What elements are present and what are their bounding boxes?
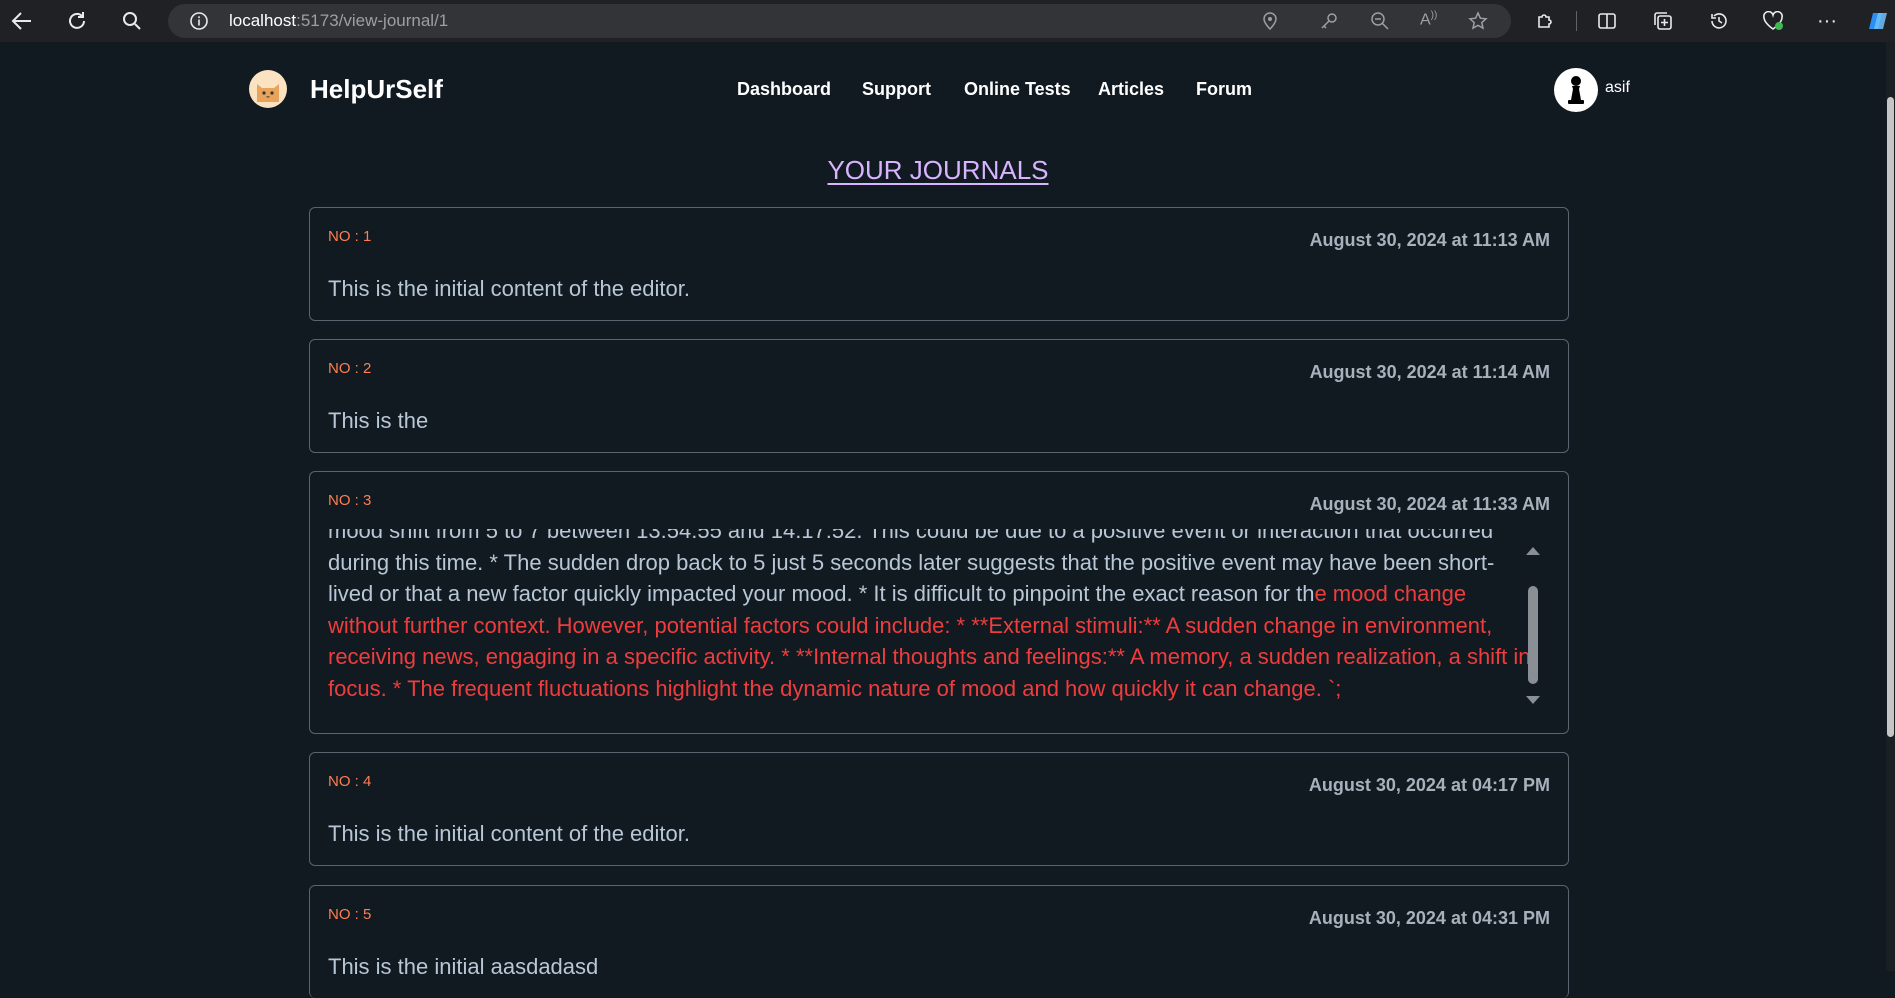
app-header: HelpUrSelf Dashboard Support Online Test… [0, 42, 1886, 138]
journal-date: August 30, 2024 at 11:14 AM [1309, 362, 1550, 382]
journal-date: August 30, 2024 at 11:33 AM [1309, 494, 1550, 514]
nav-forum[interactable]: Forum [1196, 79, 1252, 100]
journal-card[interactable]: NO : 5 August 30, 2024 at 04:31 PM This … [309, 885, 1569, 998]
journal-date: August 30, 2024 at 04:17 PM [1308, 775, 1550, 795]
scroll-up-arrow-icon[interactable] [1526, 547, 1540, 555]
zoom-out-icon[interactable] [1371, 12, 1389, 35]
browser-toolbar: localhost:5173/view-journal/1 A)) ··· [0, 0, 1895, 42]
url-text: localhost:5173/view-journal/1 [229, 11, 448, 31]
journal-content: This is the initial aasdadasd [328, 954, 599, 979]
journal-number: NO : 5 [328, 906, 372, 923]
toolbar-divider [1576, 11, 1577, 31]
username[interactable]: asif [1605, 79, 1630, 97]
page-title-text: YOUR JOURNALS [827, 155, 1049, 185]
split-screen-icon[interactable] [1595, 9, 1619, 33]
collections-icon[interactable] [1651, 9, 1675, 33]
favorite-star-icon[interactable] [1468, 11, 1488, 36]
page-scrollbar[interactable] [1886, 42, 1895, 971]
site-info-icon[interactable] [190, 12, 208, 35]
url-host: localhost [229, 11, 297, 30]
page-scrollbar-thumb[interactable] [1887, 97, 1894, 737]
browser-essentials-icon[interactable] [1761, 9, 1785, 33]
address-bar[interactable]: localhost:5173/view-journal/1 A)) [168, 4, 1511, 38]
journal-number: NO : 4 [328, 773, 372, 790]
location-icon[interactable] [1262, 12, 1278, 35]
back-icon[interactable] [10, 9, 34, 33]
chess-pawn-icon [1568, 76, 1584, 104]
journal-content-scrollable[interactable]: mood shift from 5 to 7 between 13:54:55 … [328, 529, 1533, 709]
nav-support[interactable]: Support [862, 79, 931, 100]
copilot-icon[interactable] [1866, 9, 1890, 33]
refresh-icon[interactable] [65, 9, 89, 33]
page-title: YOUR JOURNALS [0, 155, 1876, 186]
user-avatar[interactable] [1554, 68, 1598, 112]
content-scrollbar-thumb[interactable] [1528, 586, 1538, 684]
search-icon[interactable] [120, 9, 144, 33]
nav-dashboard[interactable]: Dashboard [737, 79, 831, 100]
extensions-icon[interactable] [1533, 9, 1557, 33]
journal-number: NO : 1 [328, 228, 372, 245]
journal-content: This is the [328, 408, 429, 433]
journal-content: This is the initial content of the edito… [328, 821, 690, 846]
journal-number: NO : 2 [328, 360, 372, 377]
journal-card[interactable]: NO : 2 August 30, 2024 at 11:14 AM This … [309, 339, 1569, 453]
cat-logo-icon[interactable] [249, 70, 287, 108]
journal-date: August 30, 2024 at 11:13 AM [1309, 230, 1550, 250]
read-aloud-icon[interactable]: A)) [1420, 10, 1437, 29]
nav-articles[interactable]: Articles [1098, 79, 1164, 100]
journal-content: This is the initial content of the edito… [328, 276, 690, 301]
url-path: :5173/view-journal/1 [296, 11, 449, 30]
journal-card[interactable]: NO : 4 August 30, 2024 at 04:17 PM This … [309, 752, 1569, 866]
scroll-down-arrow-icon[interactable] [1526, 696, 1540, 704]
nav-online-tests[interactable]: Online Tests [964, 79, 1071, 100]
key-icon[interactable] [1320, 12, 1338, 35]
journal-card[interactable]: NO : 1 August 30, 2024 at 11:13 AM This … [309, 207, 1569, 321]
journal-date: August 30, 2024 at 04:31 PM [1308, 908, 1550, 928]
journal-number: NO : 3 [328, 492, 372, 509]
more-options-icon[interactable]: ··· [1815, 9, 1839, 33]
journal-card[interactable]: NO : 3 August 30, 2024 at 11:33 AM mood … [309, 471, 1569, 734]
brand-name[interactable]: HelpUrSelf [310, 74, 443, 105]
history-icon[interactable] [1707, 9, 1731, 33]
